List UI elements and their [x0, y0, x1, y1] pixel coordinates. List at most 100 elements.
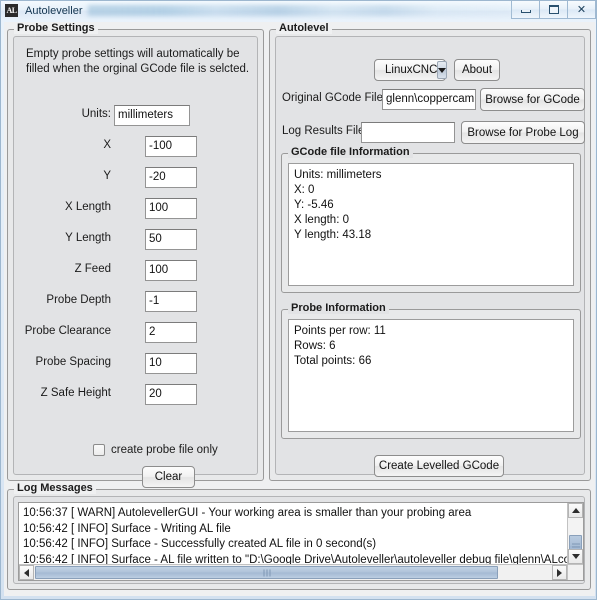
- probe-info-line: Rows: 6: [294, 339, 568, 354]
- label-x: X: [103, 139, 111, 151]
- field-row-x: X -100: [14, 136, 257, 157]
- clear-button-label: Clear: [155, 471, 182, 483]
- field-row-log-results: Log Results File Browse for Probe Log: [276, 122, 584, 143]
- input-y-length[interactable]: 50: [145, 229, 197, 250]
- label-y-length: Y Length: [65, 232, 111, 244]
- log-messages-panel: Log Messages 10:56:37 [ WARN] Autolevell…: [7, 489, 591, 590]
- client-area: Probe Settings Empty probe settings will…: [4, 22, 595, 596]
- log-messages-title: Log Messages: [14, 482, 96, 494]
- input-original-gcode[interactable]: glenn\coppercam.nc: [382, 89, 476, 110]
- controller-select-value: LinuxCNC: [375, 64, 437, 76]
- input-units[interactable]: millimeters: [114, 105, 190, 126]
- create-levelled-gcode-label: Create Levelled GCode: [379, 460, 499, 472]
- input-z-feed[interactable]: 100: [145, 260, 197, 281]
- label-probe-clearance: Probe Clearance: [25, 325, 111, 337]
- probe-settings-inner: Empty probe settings will automatically …: [13, 36, 258, 475]
- input-probe-spacing[interactable]: 10: [145, 353, 197, 374]
- label-probe-depth: Probe Depth: [46, 294, 111, 306]
- label-z-feed: Z Feed: [75, 263, 111, 275]
- log-line: 10:56:42 [ INFO] Surface - Successfully …: [23, 537, 563, 553]
- gcode-info-line: Y: -5.46: [294, 198, 568, 213]
- input-x[interactable]: -100: [145, 136, 197, 157]
- label-units: Units:: [82, 108, 111, 120]
- field-row-z-feed: Z Feed 100: [14, 260, 257, 281]
- probe-information-title: Probe Information: [288, 302, 389, 314]
- title-bar: AL Autoleveller ✕: [1, 1, 596, 20]
- gcode-info-line: X length: 0: [294, 213, 568, 228]
- label-x-length: X Length: [65, 201, 111, 213]
- label-log-results: Log Results File: [282, 125, 364, 137]
- minimize-icon: [521, 10, 531, 13]
- input-x-length[interactable]: 100: [145, 198, 197, 219]
- gcode-file-information-textarea[interactable]: Units: millimeters X: 0 Y: -5.46 X lengt…: [288, 163, 574, 286]
- field-row-y: Y -20: [14, 167, 257, 188]
- autolevel-panel: Autolevel LinuxCNC About Original GCode …: [269, 29, 591, 481]
- about-button[interactable]: About: [454, 59, 500, 81]
- field-row-units: Units: millimeters: [14, 105, 257, 126]
- autolevel-inner: LinuxCNC About Original GCode File glenn…: [275, 36, 585, 475]
- label-probe-spacing: Probe Spacing: [36, 356, 111, 368]
- browse-for-gcode-button[interactable]: Browse for GCode: [480, 88, 585, 111]
- field-row-z-safe-height: Z Safe Height 20: [14, 384, 257, 405]
- gcode-file-information-panel: GCode file Information Units: millimeter…: [281, 153, 581, 293]
- log-horizontal-scrollbar[interactable]: [19, 564, 567, 580]
- log-line: 10:56:37 [ WARN] AutolevellerGUI - Your …: [23, 506, 563, 522]
- probe-info-line: Points per row: 11: [294, 324, 568, 339]
- probe-settings-title: Probe Settings: [14, 22, 98, 34]
- scrollbar-grip-icon: [572, 544, 580, 549]
- label-z-safe-height: Z Safe Height: [41, 387, 111, 399]
- field-row-y-length: Y Length 50: [14, 229, 257, 250]
- log-messages-text[interactable]: 10:56:37 [ WARN] AutolevellerGUI - Your …: [19, 503, 567, 564]
- gcode-info-line: X: 0: [294, 183, 568, 198]
- log-vertical-scrollbar[interactable]: [567, 503, 583, 564]
- input-log-results[interactable]: [361, 122, 455, 143]
- maximize-icon: [549, 5, 559, 14]
- scrollbar-corner: [567, 564, 583, 580]
- scroll-up-icon[interactable]: [568, 503, 583, 518]
- create-probe-file-only-checkbox[interactable]: create probe file only: [93, 444, 218, 456]
- window-title: Autoleveller: [25, 5, 82, 17]
- probe-information-panel: Probe Information Points per row: 11 Row…: [281, 309, 581, 439]
- label-original-gcode: Original GCode File: [282, 92, 383, 104]
- probe-settings-description: Empty probe settings will automatically …: [26, 47, 254, 77]
- log-messages-inner: 10:56:37 [ WARN] AutolevellerGUI - Your …: [13, 496, 585, 584]
- scroll-right-icon[interactable]: [552, 565, 567, 580]
- gcode-file-information-title: GCode file Information: [288, 146, 413, 158]
- log-horizontal-scrollbar-thumb[interactable]: [35, 566, 498, 579]
- window-controls: ✕: [512, 1, 596, 20]
- controller-select[interactable]: LinuxCNC: [374, 59, 446, 81]
- field-row-original-gcode: Original GCode File glenn\coppercam.nc B…: [276, 89, 584, 110]
- probe-information-textarea[interactable]: Points per row: 11 Rows: 6 Total points:…: [288, 319, 574, 432]
- input-z-safe-height[interactable]: 20: [145, 384, 197, 405]
- browse-for-probe-log-label: Browse for Probe Log: [467, 127, 578, 139]
- gcode-info-line: Y length: 43.18: [294, 228, 568, 243]
- browse-for-probe-log-button[interactable]: Browse for Probe Log: [461, 121, 585, 144]
- log-line: 10:56:42 [ INFO] Surface - Writing AL fi…: [23, 522, 563, 538]
- maximize-button[interactable]: [539, 1, 568, 19]
- input-y[interactable]: -20: [145, 167, 197, 188]
- close-button[interactable]: ✕: [567, 1, 596, 19]
- minimize-button[interactable]: [511, 1, 540, 19]
- scroll-left-icon[interactable]: [19, 565, 34, 580]
- title-bar-blurred-path: [88, 5, 512, 16]
- input-probe-clearance[interactable]: 2: [145, 322, 197, 343]
- app-icon: AL: [5, 4, 18, 17]
- create-probe-file-only-label: create probe file only: [111, 444, 218, 456]
- label-y: Y: [103, 170, 111, 182]
- create-levelled-gcode-button[interactable]: Create Levelled GCode: [374, 455, 504, 477]
- gcode-info-line: Units: millimeters: [294, 168, 568, 183]
- log-line: 10:56:42 [ INFO] Surface - AL file writt…: [23, 553, 563, 565]
- clear-button[interactable]: Clear: [142, 466, 195, 488]
- scrollbar-grip-icon: [263, 569, 270, 576]
- browse-for-gcode-label: Browse for GCode: [485, 94, 580, 106]
- probe-settings-panel: Probe Settings Empty probe settings will…: [7, 29, 264, 481]
- checkbox-box-icon: [93, 444, 105, 456]
- scroll-down-icon[interactable]: [568, 549, 583, 564]
- log-messages-scrollpane: 10:56:37 [ WARN] AutolevellerGUI - Your …: [18, 502, 584, 581]
- chevron-down-icon: [437, 61, 447, 79]
- application-window: AL Autoleveller ✕ Probe Settings Empty p…: [0, 0, 597, 600]
- field-row-probe-spacing: Probe Spacing 10: [14, 353, 257, 374]
- input-probe-depth[interactable]: -1: [145, 291, 197, 312]
- field-row-probe-clearance: Probe Clearance 2: [14, 322, 257, 343]
- field-row-x-length: X Length 100: [14, 198, 257, 219]
